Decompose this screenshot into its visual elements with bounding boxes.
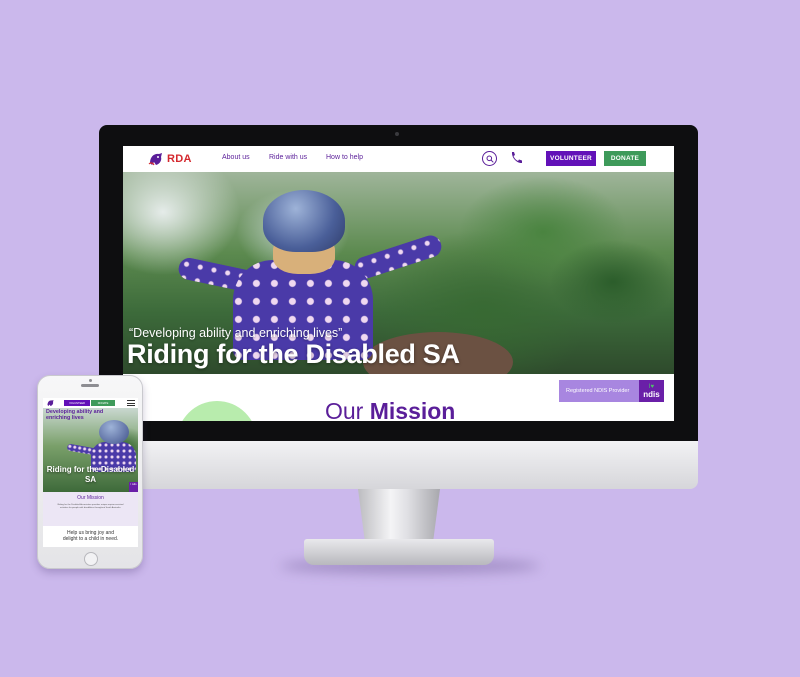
phone-camera-icon xyxy=(89,379,92,382)
nav-ride-with-us[interactable]: Ride with us xyxy=(269,154,307,161)
logo-text: RDA xyxy=(167,153,192,165)
mobile-hero: Developing ability and enriching lives R… xyxy=(43,408,138,492)
mobile-hero-title: Riding for the Disabled SA xyxy=(46,465,135,484)
phone-speaker xyxy=(81,384,99,387)
menu-icon[interactable] xyxy=(127,400,135,406)
phone-icon[interactable] xyxy=(510,151,522,165)
donate-button[interactable]: DONATE xyxy=(604,151,646,166)
rda-logo-icon xyxy=(148,153,162,166)
mobile-hero-helmet xyxy=(99,420,129,444)
mobile-volunteer-button[interactable]: VOLUNTEER xyxy=(64,400,90,406)
imac-chin xyxy=(99,441,698,489)
mobile-nav: VOLUNTEER DONATE xyxy=(43,398,138,408)
mobile-help-section: Help us bring joy and delight to a child… xyxy=(43,526,138,547)
mission-section: Our Mission Registered NDIS Provider I♥ … xyxy=(123,374,674,421)
mobile-screen: VOLUNTEER DONATE Developing ability and … xyxy=(43,398,138,547)
nav-about-us[interactable]: About us xyxy=(222,154,250,161)
desktop-nav: RDA About us Ride with us How to help VO… xyxy=(123,146,674,172)
ndis-badge[interactable]: Registered NDIS Provider I♥ ndis xyxy=(559,380,664,402)
mission-title-bold: Mission xyxy=(369,398,456,421)
mobile-mission-text: Riding for the Disabled Association prov… xyxy=(57,504,124,509)
hero-helmet xyxy=(263,190,345,252)
volunteer-button[interactable]: VOLUNTEER xyxy=(546,151,596,166)
imac-stand-foot xyxy=(304,539,494,565)
mobile-hero-tagline: Developing ability and enriching lives xyxy=(46,409,104,422)
camera-icon xyxy=(395,132,399,136)
mission-decor-circle xyxy=(177,401,257,421)
phone-home-button xyxy=(84,552,98,566)
rda-logo-icon[interactable] xyxy=(46,399,55,407)
mobile-donate-button[interactable]: DONATE xyxy=(91,400,115,406)
mobile-help-text: Help us bring joy and delight to a child… xyxy=(62,530,119,542)
ndis-logo-word: ndis xyxy=(643,389,660,399)
mission-title-light: Our xyxy=(325,398,364,421)
search-button[interactable] xyxy=(482,151,497,166)
nav-how-to-help[interactable]: How to help xyxy=(326,154,363,161)
hero-banner: “Developing ability and enriching lives”… xyxy=(123,172,674,374)
hero-title: Riding for the Disabled SA xyxy=(127,339,460,369)
mission-title: Our Mission xyxy=(325,398,455,421)
ndis-logo: I♥ ndis xyxy=(639,380,664,402)
logo[interactable]: RDA xyxy=(148,151,192,167)
phone-mockup: VOLUNTEER DONATE Developing ability and … xyxy=(37,375,143,569)
hero-arm-right xyxy=(351,232,445,282)
mobile-mission-title: Our Mission xyxy=(77,495,104,501)
imac-stand-neck xyxy=(358,489,440,539)
mobile-mission-section: Our Mission Riding for the Disabled Asso… xyxy=(43,492,138,526)
mobile-ndis-logo: I ndis xyxy=(129,482,138,492)
desktop-screen: RDA About us Ride with us How to help VO… xyxy=(123,146,674,421)
hero-quote: “Developing ability and enriching lives” xyxy=(129,326,343,340)
ndis-badge-label: Registered NDIS Provider xyxy=(566,388,630,394)
search-icon xyxy=(486,155,494,163)
